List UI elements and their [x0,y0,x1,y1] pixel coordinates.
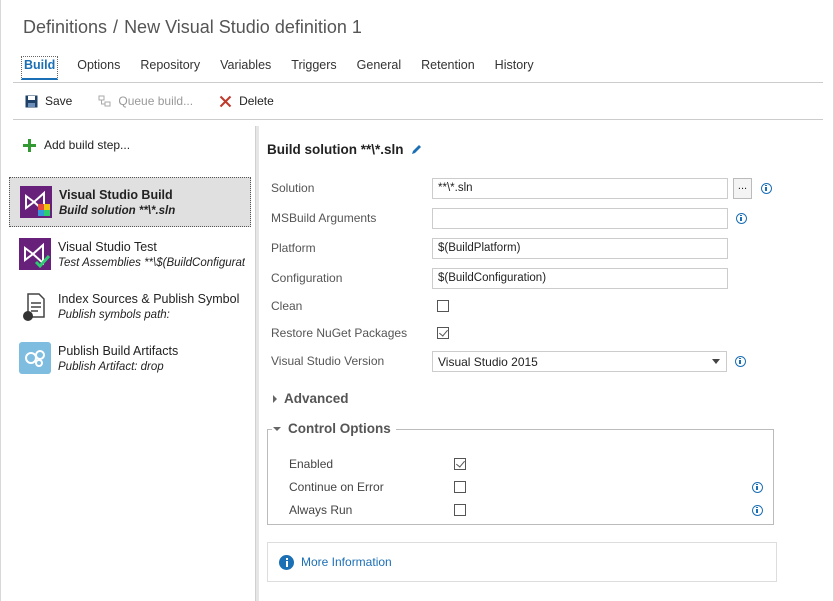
clean-checkbox[interactable] [437,300,449,312]
always-run-label: Always Run [289,503,353,517]
tab-variables[interactable]: Variables [220,56,271,80]
visual-studio-test-icon [19,238,51,270]
platform-row: Platform [271,237,728,259]
solution-label: Solution [271,181,315,195]
step-title-text: Build solution **\*.sln [267,142,404,157]
add-build-step-label: Add build step... [44,138,131,152]
continue-on-error-row: Continue on Error [289,479,763,495]
configuration-label: Configuration [271,271,343,285]
step-description: Publish Artifact: drop [58,360,164,373]
info-icon[interactable] [761,182,772,194]
delete-button[interactable]: Delete [219,94,274,108]
add-build-step-button[interactable]: Add build step... [23,138,130,152]
expand-arrow-icon [273,394,277,403]
step-name: Visual Studio Test [58,239,157,254]
step-detail-panel: Build solution **\*.sln Solution ... MSB… [260,126,830,601]
tab-options[interactable]: Options [77,56,120,80]
step-description: Build solution **\*.sln [59,204,176,217]
always-run-checkbox[interactable] [454,504,466,516]
control-options-section: Control Options Enabled Continue on Erro… [267,421,774,525]
delete-label: Delete [239,94,274,108]
queue-build-icon [98,95,111,108]
definition-name: New Visual Studio definition 1 [124,17,362,37]
continue-on-error-checkbox[interactable] [454,481,466,493]
queue-build-label: Queue build... [118,94,194,108]
pencil-icon[interactable] [410,143,423,156]
visual-studio-build-icon [20,186,52,218]
tab-retention[interactable]: Retention [421,56,475,80]
toolbar-divider [13,119,823,120]
breadcrumb-root[interactable]: Definitions [23,17,107,37]
more-information-panel: More Information [267,542,777,582]
platform-input[interactable] [432,237,728,259]
vs-version-value: Visual Studio 2015 [438,354,538,369]
build-step-index-sources[interactable]: Index Sources & Publish Symbol Publish s… [9,281,251,331]
continue-on-error-label: Continue on Error [289,480,384,494]
clean-row: Clean [271,295,449,317]
more-information-link[interactable]: More Information [301,555,392,569]
info-icon[interactable] [735,355,746,367]
delete-icon [219,95,232,108]
chevron-down-icon [712,358,720,364]
restore-nuget-label: Restore NuGet Packages [271,326,408,340]
tab-build[interactable]: Build [21,56,59,80]
queue-build-button[interactable]: Queue build... [98,94,193,108]
vs-version-row: Visual Studio Version Visual Studio 2015 [271,350,746,372]
configuration-input[interactable] [432,267,728,289]
control-options-label: Control Options [288,421,391,436]
solution-row: Solution ... [271,177,772,199]
solution-input[interactable] [432,177,728,199]
restore-nuget-checkbox[interactable] [437,327,449,339]
enabled-row: Enabled [289,456,466,472]
step-name: Publish Build Artifacts [58,343,179,358]
vs-version-label: Visual Studio Version [271,354,385,368]
build-steps-panel: Add build step... Visual Studio Build Bu… [9,126,252,601]
step-name: Visual Studio Build [59,187,173,202]
page-title: Definitions / New Visual Studio definition… [23,17,362,38]
build-step-visual-studio-test[interactable]: Visual Studio Test Test Assemblies **\$(… [9,229,251,279]
collapse-arrow-icon [273,426,281,431]
enabled-label: Enabled [289,457,334,471]
tabs-divider [13,82,823,83]
platform-label: Platform [271,241,316,255]
msbuild-args-label: MSBuild Arguments [271,211,377,225]
control-options-toggle[interactable]: Control Options [272,421,396,436]
step-title: Build solution **\*.sln [267,142,423,157]
save-button[interactable]: Save [25,94,72,108]
info-icon [279,554,294,570]
tab-triggers[interactable]: Triggers [291,56,336,80]
toolbar: Save Queue build... Delete [25,94,300,108]
save-label: Save [45,94,73,108]
info-icon[interactable] [752,481,763,493]
tab-repository[interactable]: Repository [140,56,200,80]
always-run-row: Always Run [289,502,763,518]
save-icon [25,95,38,108]
info-icon[interactable] [752,504,763,516]
clean-label: Clean [271,299,303,313]
advanced-label: Advanced [284,391,349,406]
tab-history[interactable]: History [495,56,534,80]
enabled-checkbox[interactable] [454,458,466,470]
info-icon[interactable] [736,212,747,224]
step-description: Publish symbols path: [58,308,170,321]
index-sources-icon [19,290,51,322]
tab-general[interactable]: General [357,56,401,80]
advanced-section-toggle[interactable]: Advanced [273,391,349,406]
plus-icon [23,138,36,152]
restore-nuget-row: Restore NuGet Packages [271,322,449,344]
browse-button[interactable]: ... [733,177,752,199]
build-step-visual-studio-build[interactable]: Visual Studio Build Build solution **\*.… [9,177,251,227]
configuration-row: Configuration [271,267,728,289]
breadcrumb-separator: / [113,17,119,37]
publish-artifacts-icon [19,342,51,374]
pane-splitter[interactable] [255,126,259,601]
vs-version-select[interactable]: Visual Studio 2015 [432,350,727,372]
msbuild-args-input[interactable] [432,207,728,229]
msbuild-args-row: MSBuild Arguments [271,207,747,229]
step-name: Index Sources & Publish Symbol [58,291,240,306]
tab-bar: Build Options Repository Variables Trigg… [21,56,554,82]
step-description: Test Assemblies **\$(BuildConfigurat [58,256,246,269]
build-step-publish-artifacts[interactable]: Publish Build Artifacts Publish Artifact… [9,333,251,383]
